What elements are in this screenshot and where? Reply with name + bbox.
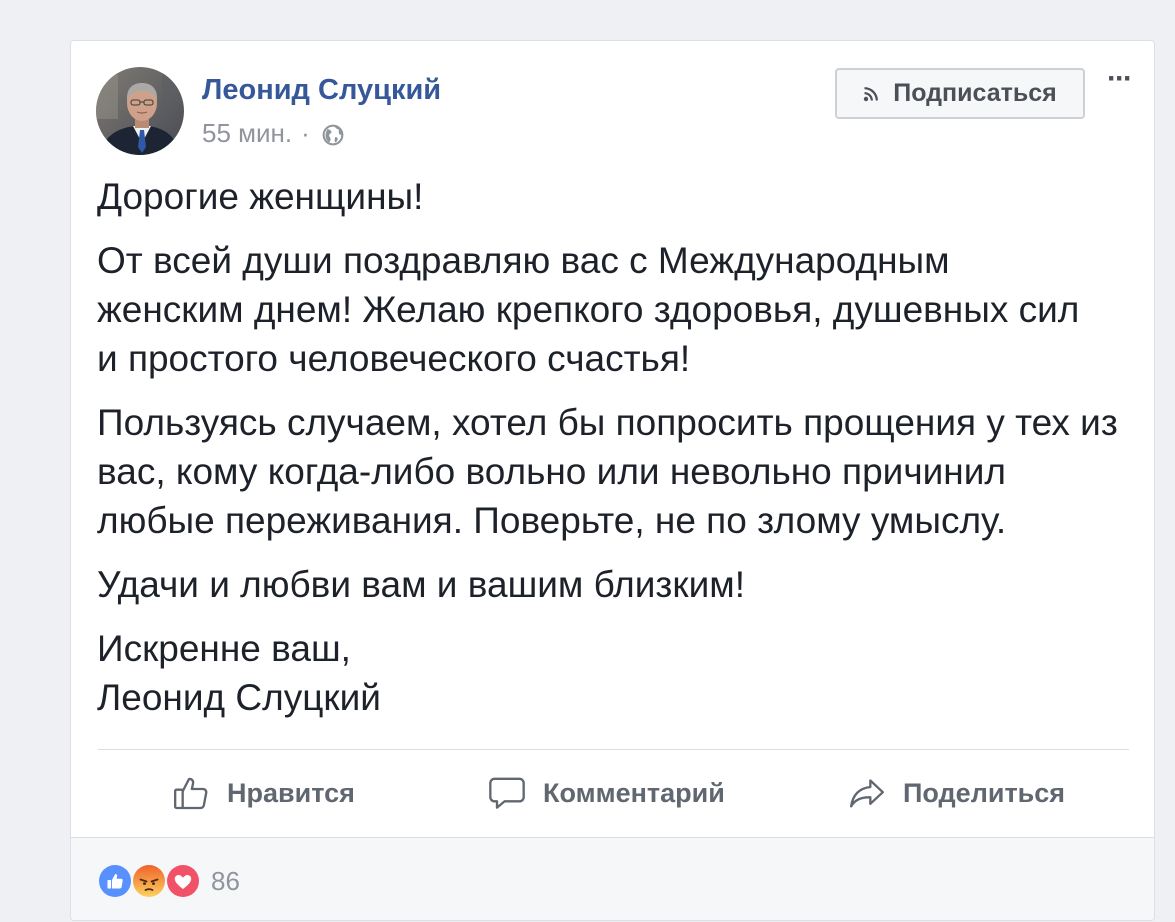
text-line: Дорогие женщины!: [97, 176, 424, 217]
text-line: Леонид Слуцкий: [97, 677, 381, 718]
like-button[interactable]: Нравится: [171, 768, 355, 818]
paragraph: Искренне ваш, Леонид Слуцкий: [97, 624, 1118, 722]
reactions-count[interactable]: 86: [211, 866, 240, 896]
share-button[interactable]: Поделиться: [847, 768, 1065, 818]
avatar-photo: [96, 67, 184, 155]
text-line: вас, кому когда-либо вольно или невольно…: [97, 451, 1006, 492]
share-icon: [847, 773, 887, 813]
text-line: любые переживания. Поверьте, не по злому…: [97, 500, 1007, 541]
like-label: Нравится: [227, 777, 355, 808]
text-line: Удачи и любви вам и вашим близким!: [97, 564, 745, 605]
love-reaction-icon: [165, 863, 201, 899]
angry-reaction-icon: [131, 863, 167, 899]
meta-separator: ·: [301, 118, 310, 148]
follow-button[interactable]: Подписаться: [835, 68, 1085, 119]
text-line: От всей души поздравляю вас с Международ…: [97, 240, 950, 281]
share-label: Поделиться: [903, 777, 1066, 808]
paragraph: От всей души поздравляю вас с Международ…: [97, 236, 1118, 383]
globe-icon: [322, 122, 344, 146]
more-options-button[interactable]: ···: [1101, 64, 1137, 97]
text-line: и простого человеческого счастья!: [97, 338, 691, 379]
post-meta: 55 мин. ·: [202, 118, 344, 148]
thumbs-up-icon: [171, 773, 211, 813]
avatar[interactable]: [96, 67, 184, 155]
follow-button-label: Подписаться: [893, 79, 1057, 107]
text-line: Пользуясь случаем, хотел бы попросить пр…: [97, 402, 1118, 443]
post-actions: Нравится Комментарий Поделиться: [71, 768, 1154, 818]
author-name[interactable]: Леонид Слуцкий: [202, 72, 441, 108]
text-line: Искренне ваш,: [97, 628, 351, 669]
comment-icon: [487, 773, 527, 813]
comment-button[interactable]: Комментарий: [487, 768, 725, 818]
rss-icon: [863, 86, 879, 102]
actions-divider: [98, 749, 1129, 750]
paragraph: Удачи и любви вам и вашим близким!: [97, 560, 1118, 609]
paragraph: Пользуясь случаем, хотел бы попросить пр…: [97, 398, 1118, 545]
post-card: Леонид Слуцкий 55 мин. · Подписаться ···…: [70, 40, 1155, 921]
post-text: Дорогие женщины! От всей души поздравляю…: [97, 172, 1118, 737]
comment-label: Комментарий: [543, 777, 725, 808]
paragraph: Дорогие женщины!: [97, 172, 1118, 221]
reactions-bar: 86: [71, 837, 1154, 920]
timestamp-link[interactable]: 55 мин.: [202, 118, 292, 148]
like-reaction-icon: [97, 863, 133, 899]
reactions-summary[interactable]: 86: [97, 863, 240, 899]
text-line: женским днем! Желаю крепкого здоровья, д…: [97, 289, 1080, 330]
